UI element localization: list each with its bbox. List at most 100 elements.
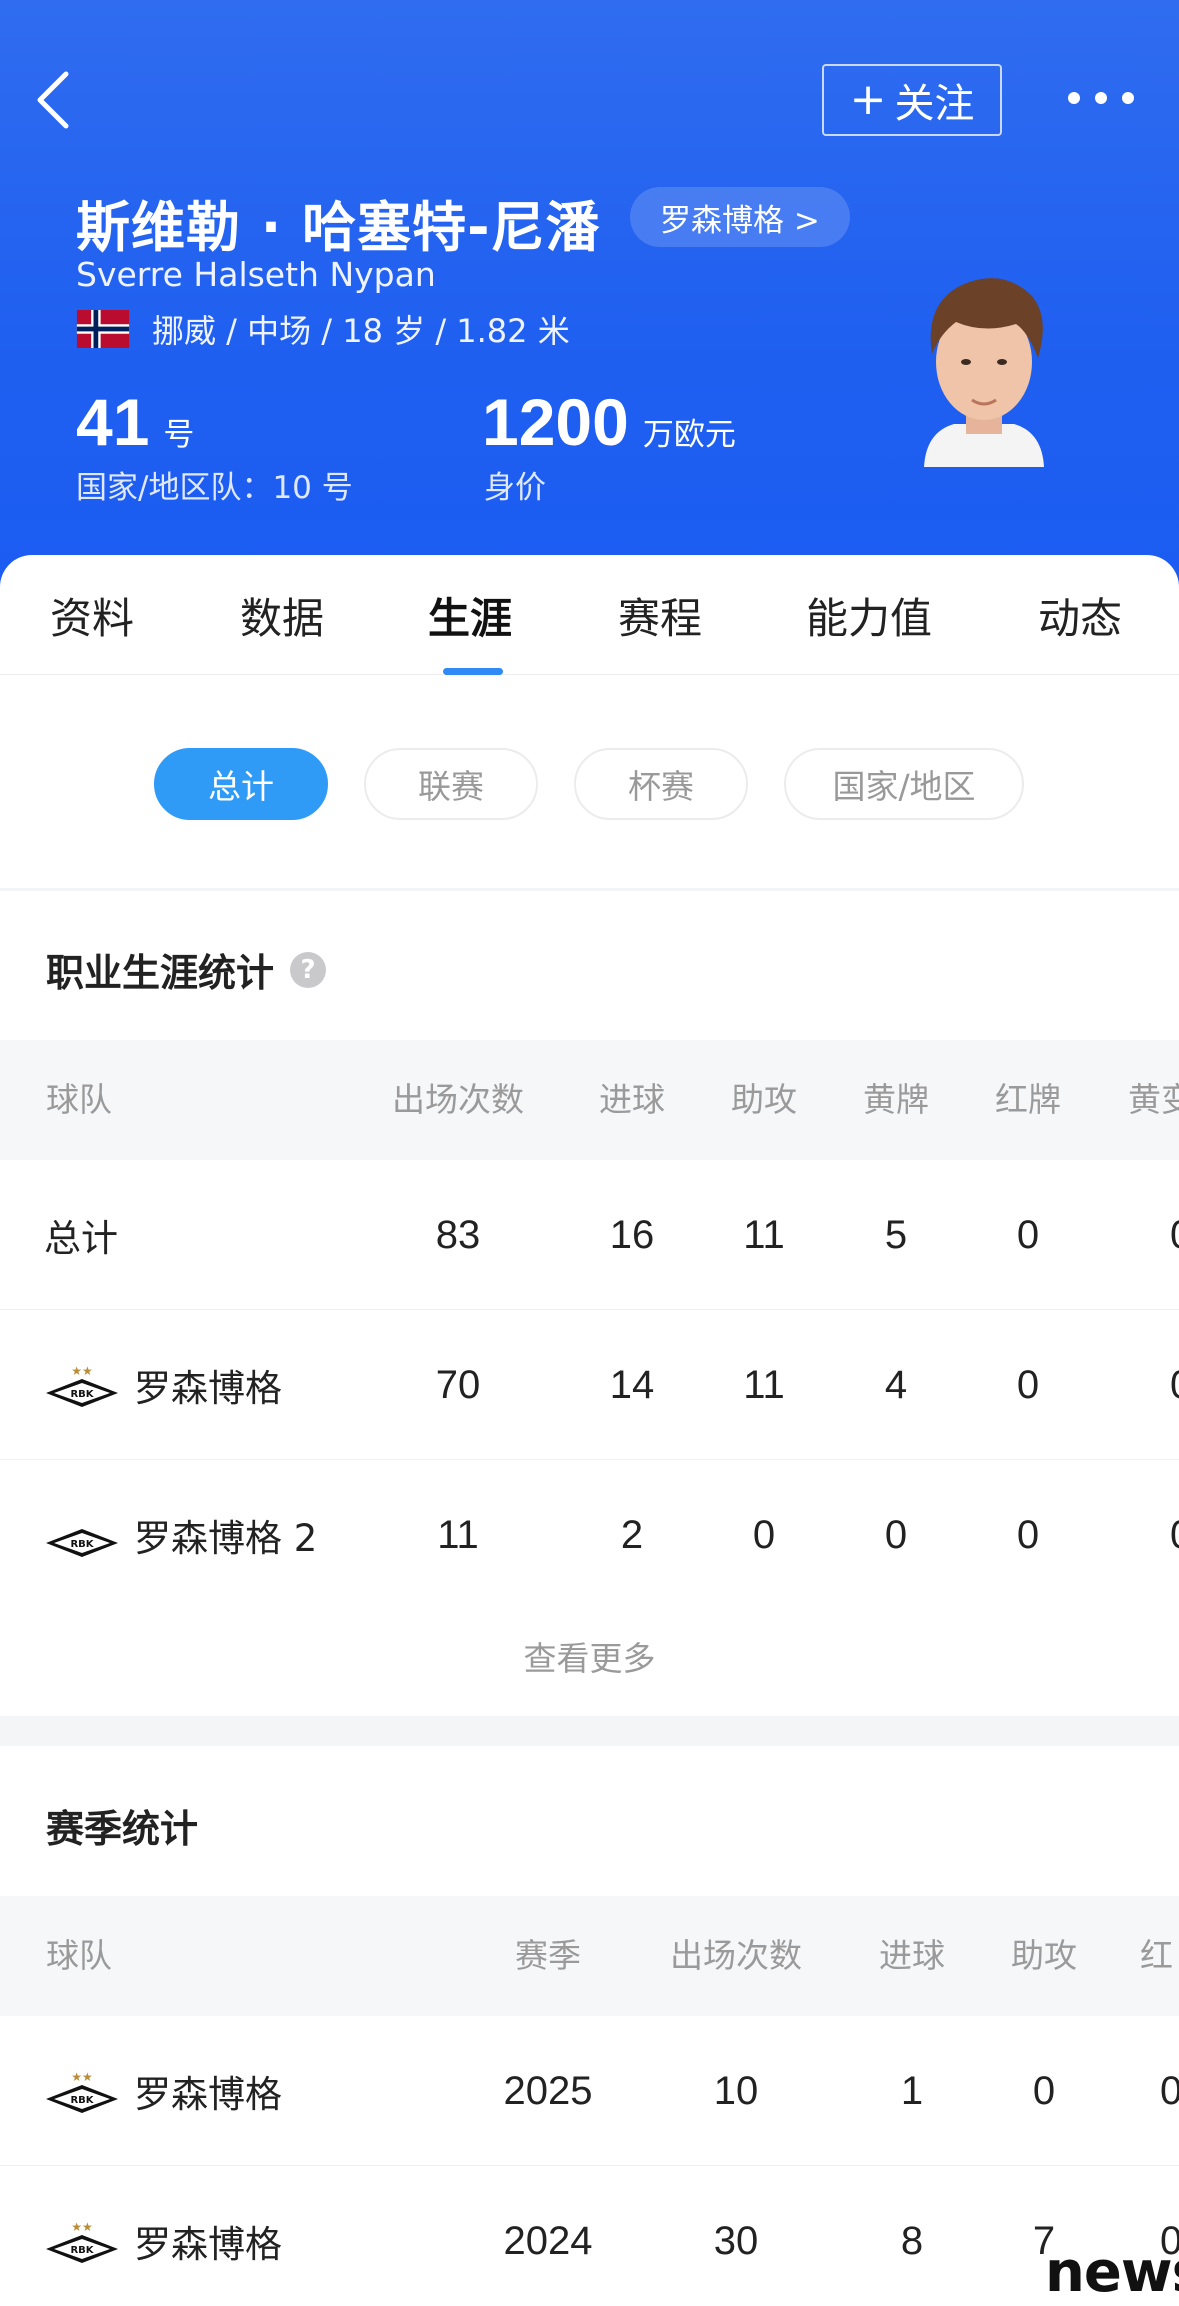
cell-goals: 14 bbox=[609, 1363, 655, 1407]
cell-yellow-red: 0 bbox=[1170, 1460, 1179, 1610]
cell-apps: 10 bbox=[713, 2069, 759, 2113]
season-title-text: 赛季统计 bbox=[46, 1807, 199, 1851]
th-team: 球队 bbox=[46, 1936, 112, 1975]
more-dot bbox=[1095, 92, 1107, 104]
cell-apps: 30 bbox=[713, 2219, 759, 2263]
th-assists: 助攻 bbox=[1011, 1936, 1077, 1975]
player-name-cn: 斯维勒 · 哈塞特-尼潘 bbox=[76, 196, 601, 259]
rosenborg-crest-icon: RBK bbox=[46, 1529, 118, 1557]
tab-career[interactable]: 生涯 bbox=[428, 585, 512, 646]
cell-goals: 1 bbox=[900, 2069, 924, 2113]
cell-yellow-red: 0 bbox=[1170, 1160, 1179, 1310]
team-cell: 总计 bbox=[44, 1160, 118, 1310]
news-watermark: news bbox=[1045, 2240, 1179, 2305]
cell-goals: 16 bbox=[609, 1213, 655, 1257]
back-button[interactable] bbox=[30, 68, 80, 132]
table-row[interactable]: ★★ RBK 罗森博格 70 14 11 4 0 0 bbox=[0, 1310, 1179, 1460]
th-apps: 出场次数 bbox=[392, 1080, 524, 1119]
cell-assists: 0 bbox=[752, 1513, 776, 1557]
shirt-number: 41 号 bbox=[76, 384, 194, 460]
player-meta: 挪威 / 中场 / 18 岁 / 1.82 米 bbox=[76, 306, 570, 352]
see-more-link[interactable]: 查看更多 bbox=[0, 1632, 1179, 1680]
cell-goals: 8 bbox=[900, 2219, 924, 2263]
filter-league[interactable]: 联赛 bbox=[364, 748, 538, 820]
shirt-number-value: 41 bbox=[76, 385, 150, 459]
svg-text:★★: ★★ bbox=[71, 1364, 93, 1378]
table-row[interactable]: 总计 83 16 11 5 0 0 bbox=[0, 1160, 1179, 1310]
follow-label: 关注 bbox=[894, 81, 975, 127]
career-title-text: 职业生涯统计 bbox=[46, 951, 275, 995]
cell-red: 0 bbox=[1016, 1513, 1040, 1557]
more-button[interactable] bbox=[1068, 78, 1134, 118]
cell-red: 0 bbox=[1160, 2069, 1179, 2113]
svg-text:★★: ★★ bbox=[71, 2220, 93, 2234]
cell-season: 2025 bbox=[503, 2069, 593, 2113]
cell-red: 0 bbox=[1016, 1363, 1040, 1407]
cell-assists: 0 bbox=[1032, 2069, 1056, 2113]
team-cell: ★★ RBK 罗森博格 bbox=[44, 2166, 282, 2306]
team-name: 罗森博格 2 bbox=[134, 1517, 318, 1560]
plus-icon: + bbox=[849, 74, 887, 125]
player-avatar bbox=[924, 278, 1044, 467]
follow-button[interactable]: + 关注 bbox=[822, 64, 1002, 136]
tab-schedule[interactable]: 赛程 bbox=[618, 585, 702, 646]
th-apps: 出场次数 bbox=[670, 1936, 802, 1975]
th-goals: 进球 bbox=[599, 1080, 665, 1119]
player-header: + 关注 斯维勒 · 哈塞特-尼潘 罗森博格 > Sverre Halseth … bbox=[0, 0, 1179, 600]
table-row[interactable]: RBK 罗森博格 2 11 2 0 0 0 0 bbox=[0, 1460, 1179, 1610]
section-divider bbox=[0, 1716, 1179, 1746]
tab-profile[interactable]: 资料 bbox=[50, 585, 134, 646]
filter-total[interactable]: 总计 bbox=[154, 748, 328, 820]
market-value: 1200 万欧元 bbox=[482, 384, 736, 460]
club-link-pill[interactable]: 罗森博格 > bbox=[630, 187, 850, 247]
tab-stats[interactable]: 数据 bbox=[240, 585, 324, 646]
filter-national[interactable]: 国家/地区 bbox=[784, 748, 1024, 820]
svg-text:★★: ★★ bbox=[71, 2070, 93, 2084]
team-name: 罗森博格 bbox=[134, 2073, 282, 2116]
svg-text:RBK: RBK bbox=[70, 1389, 94, 1400]
th-red: 红牌 bbox=[995, 1080, 1061, 1119]
player-name-en: Sverre Halseth Nypan bbox=[76, 255, 436, 294]
norway-flag-icon bbox=[76, 310, 130, 348]
cell-assists: 11 bbox=[743, 1363, 785, 1407]
tab-active-indicator bbox=[443, 668, 503, 675]
tab-news[interactable]: 动态 bbox=[1038, 585, 1122, 646]
rosenborg-crest-icon: ★★ RBK bbox=[46, 1364, 118, 1407]
cell-apps: 11 bbox=[437, 1513, 479, 1557]
cell-yellow: 0 bbox=[884, 1513, 908, 1557]
help-icon[interactable]: ? bbox=[290, 951, 327, 988]
team-name: 总计 bbox=[44, 1217, 118, 1260]
cell-goals: 2 bbox=[620, 1513, 644, 1557]
filter-cup[interactable]: 杯赛 bbox=[574, 748, 748, 820]
cell-season: 2024 bbox=[503, 2219, 593, 2263]
tab-bar: 资料 数据 生涯 赛程 能力值 动态 bbox=[0, 555, 1179, 675]
cell-apps: 70 bbox=[435, 1363, 481, 1407]
team-cell: ★★ RBK 罗森博格 bbox=[44, 2016, 282, 2166]
market-value-unit: 万欧元 bbox=[642, 417, 736, 453]
market-value-number: 1200 bbox=[482, 385, 629, 459]
divider bbox=[0, 888, 1179, 891]
back-chevron-icon bbox=[37, 71, 69, 129]
filter-chips: 总计 联赛 杯赛 国家/地区 bbox=[0, 748, 1179, 820]
cell-red: 0 bbox=[1016, 1213, 1040, 1257]
cell-yellow: 5 bbox=[884, 1213, 908, 1257]
career-table-header: 球队 出场次数 进球 助攻 黄牌 红牌 黄变 bbox=[0, 1040, 1179, 1160]
th-team: 球队 bbox=[46, 1080, 112, 1119]
tab-ability[interactable]: 能力值 bbox=[806, 585, 932, 646]
national-team-number: 国家/地区队：10 号 bbox=[76, 470, 353, 506]
svg-text:RBK: RBK bbox=[70, 1539, 94, 1550]
player-meta-text: 挪威 / 中场 / 18 岁 / 1.82 米 bbox=[152, 312, 570, 350]
cell-apps: 83 bbox=[435, 1213, 481, 1257]
cell-yellow-red: 0 bbox=[1170, 1310, 1179, 1460]
th-red: 红 bbox=[1140, 1936, 1173, 1975]
table-row[interactable]: ★★ RBK 罗森博格 2025 10 1 0 0 bbox=[0, 2016, 1179, 2166]
th-yellow: 黄牌 bbox=[863, 1080, 929, 1119]
more-dot bbox=[1122, 92, 1134, 104]
more-dots-icon bbox=[1068, 92, 1080, 104]
team-cell: RBK 罗森博格 2 bbox=[44, 1460, 317, 1610]
th-season: 赛季 bbox=[515, 1936, 581, 1975]
team-name: 罗森博格 bbox=[134, 1367, 282, 1410]
table-row[interactable]: ★★ RBK 罗森博格 2024 30 8 7 0 bbox=[0, 2166, 1179, 2306]
th-goals: 进球 bbox=[879, 1936, 945, 1975]
svg-text:RBK: RBK bbox=[70, 2095, 94, 2106]
